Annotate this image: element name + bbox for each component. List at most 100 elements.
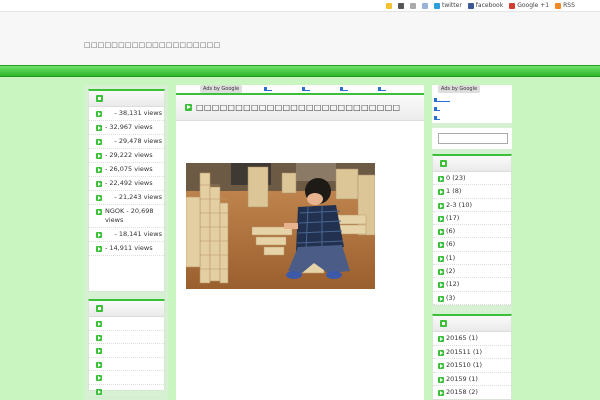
popular-post-item[interactable]: - 29,222 views xyxy=(89,149,164,163)
item-label: 201511 (1) xyxy=(446,347,483,356)
twitter-icon xyxy=(434,2,440,9)
bullet-arrow-icon xyxy=(96,125,102,131)
bullet-arrow-icon xyxy=(438,255,444,262)
popular-post-item[interactable]: - 38,131 views xyxy=(89,107,164,121)
ad-link[interactable] xyxy=(434,107,440,111)
left-link-item[interactable] xyxy=(89,358,164,371)
facebook-label: facebook xyxy=(475,2,504,9)
bullet-arrow-icon xyxy=(438,229,444,236)
category-item[interactable]: 0 (23) xyxy=(433,172,511,186)
category-item[interactable]: 1 (8) xyxy=(433,185,511,199)
google-plus-label: Google +1 xyxy=(517,2,550,9)
categories-panel: 0 (23) 1 (8) 2-3 (10) (17) (6) (6) (1) (2) (12) (… xyxy=(432,154,512,306)
ad-link[interactable] xyxy=(302,87,310,91)
popular-post-item[interactable]: NGOK - 20,698 views xyxy=(89,205,164,228)
popular-post-item[interactable]: - 18,141 views xyxy=(89,228,164,242)
left-link-item[interactable] xyxy=(89,344,164,358)
search-input[interactable] xyxy=(438,133,508,144)
bullet-arrow-icon xyxy=(438,336,444,342)
bullet-arrow-icon xyxy=(96,209,102,215)
archive-item[interactable]: 20158 (2) xyxy=(433,386,511,400)
category-item[interactable]: (3) xyxy=(433,292,511,305)
twitter-link[interactable]: twitter xyxy=(434,2,462,9)
view-count-text: - 14,911 views xyxy=(105,244,153,252)
item-label: 20165 (1) xyxy=(446,334,478,342)
categories-list: 0 (23) 1 (8) 2-3 (10) (17) (6) (6) (1) (2) (12) (… xyxy=(433,172,511,305)
category-item[interactable]: (2) xyxy=(433,265,511,279)
bullet-arrow-icon xyxy=(96,246,102,252)
category-item[interactable]: 2-3 (10) xyxy=(433,199,511,212)
post-view-count: - 38,131 views xyxy=(105,109,162,118)
ad-link[interactable] xyxy=(264,87,272,91)
item-label: (6) xyxy=(446,227,456,236)
item-label: 1 (8) xyxy=(446,187,462,196)
bullet-arrow-icon xyxy=(96,111,102,117)
hatena-icon[interactable] xyxy=(422,2,428,9)
list-icon xyxy=(96,305,103,312)
list-icon xyxy=(440,320,447,327)
popular-post-item[interactable]: - 14,911 views xyxy=(89,242,164,256)
bullet-arrow-icon xyxy=(96,153,102,159)
category-item[interactable]: (17) xyxy=(433,212,511,226)
ad-link[interactable] xyxy=(434,98,450,102)
archive-item[interactable]: 20165 (1) xyxy=(433,332,511,346)
item-label: 2-3 (10) xyxy=(446,200,473,209)
item-label: (2) xyxy=(446,267,456,276)
category-item[interactable]: (1) xyxy=(433,252,511,266)
ads-by-google-label[interactable]: Ads by Google xyxy=(438,85,481,93)
bullet-arrow-icon xyxy=(438,189,444,196)
left-link-item[interactable] xyxy=(89,317,164,331)
site-title[interactable]: □□□□□□□□□□□□□□□□□□□□ xyxy=(84,41,220,49)
bullet-arrow-icon xyxy=(438,215,444,222)
category-item[interactable]: (6) xyxy=(433,225,511,239)
popular-post-item[interactable]: - 32,967 views xyxy=(89,121,164,135)
google-plus-link[interactable]: Google +1 xyxy=(509,2,549,9)
popular-post-item[interactable]: - 26,075 views xyxy=(89,163,164,177)
item-label: 20158 (2) xyxy=(446,388,478,396)
rss-link[interactable]: RSS xyxy=(555,2,575,9)
bullet-arrow-icon xyxy=(438,349,444,356)
category-item[interactable]: (6) xyxy=(433,238,511,252)
facebook-link[interactable]: facebook xyxy=(467,2,504,9)
popular-post-item[interactable]: - 29,478 views xyxy=(89,135,164,149)
left-link-item[interactable] xyxy=(89,331,164,344)
post-view-count: - 22,492 views xyxy=(105,179,162,188)
view-count-text: - 32,967 views xyxy=(105,123,153,131)
site-header: □□□□□□□□□□□□□□□□□□□□ xyxy=(0,12,600,65)
post-view-count: - 14,911 views xyxy=(105,244,162,253)
post-title[interactable]: □□□□□□□□□□□□□□□□□□□□□□□□□□ xyxy=(196,103,400,112)
archive-item[interactable]: 20159 (1) xyxy=(433,373,511,386)
view-count-text: - 29,478 views xyxy=(114,137,162,145)
post-title-fragment: NGOK xyxy=(105,207,125,215)
ad-link[interactable] xyxy=(378,87,386,91)
popular-post-item[interactable]: - 22,492 views xyxy=(89,177,164,191)
bullet-arrow-icon xyxy=(96,167,102,173)
social-links: twitter facebook Google +1 RSS xyxy=(386,2,575,9)
item-label: 20159 (1) xyxy=(446,374,478,383)
bullet-arrow-icon xyxy=(438,390,444,396)
bookmark-icon[interactable] xyxy=(386,2,392,9)
archive-item[interactable]: 201510 (1) xyxy=(433,359,511,373)
mail-icon[interactable] xyxy=(410,2,416,9)
nav-band xyxy=(0,65,600,77)
post-view-count: - 18,141 views xyxy=(105,230,162,239)
popular-post-item[interactable]: - 21,243 views xyxy=(89,191,164,205)
ad-link[interactable] xyxy=(340,87,348,91)
left-link-item[interactable] xyxy=(89,385,164,398)
archives-panel: 20165 (1) 201511 (1) 201510 (1) 20159 (1) 20… xyxy=(432,314,512,400)
bullet-arrow-icon xyxy=(438,363,444,369)
rss-icon xyxy=(555,2,562,9)
ads-by-google-label[interactable]: Ads by Google xyxy=(200,85,243,93)
bullet-arrow-icon xyxy=(96,232,102,238)
play-icon xyxy=(185,104,192,111)
post-view-count: - 26,075 views xyxy=(105,165,162,174)
archive-item[interactable]: 201511 (1) xyxy=(433,346,511,359)
left-link-item[interactable] xyxy=(89,371,164,385)
user-icon[interactable] xyxy=(398,2,404,9)
item-label: 0 (23) xyxy=(446,174,466,182)
ad-link[interactable] xyxy=(434,116,440,120)
child-building-blocks-image xyxy=(186,163,375,289)
bullet-arrow-icon xyxy=(438,295,444,302)
list-icon xyxy=(440,160,447,167)
category-item[interactable]: (12) xyxy=(433,278,511,292)
